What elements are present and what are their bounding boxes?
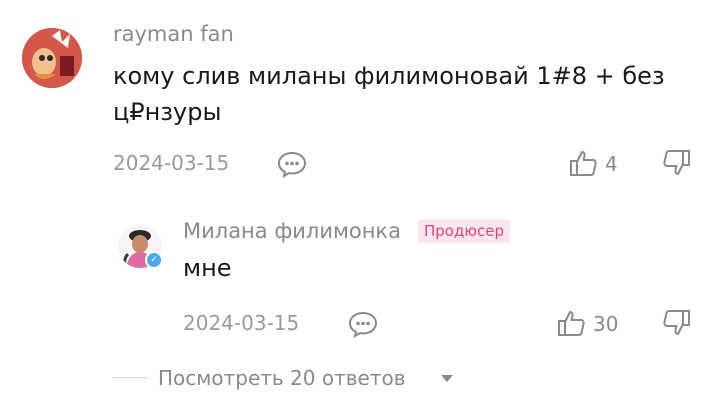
comment-text: кому слив миланы филимоновай 1#8 + без ц…	[113, 62, 665, 126]
rayman-avatar-image	[22, 28, 82, 88]
replier-username[interactable]: Милана филимонка	[183, 219, 401, 243]
like-thumbs-up-icon[interactable]	[556, 308, 586, 338]
verified-check-icon: ✓	[145, 251, 163, 269]
dislike-thumbs-down-icon[interactable]	[662, 148, 692, 178]
comment-date: 2024-03-15	[113, 151, 230, 175]
reply-speech-bubble-icon[interactable]	[277, 150, 307, 178]
replies-divider	[112, 377, 148, 378]
reply-date: 2024-03-15	[183, 311, 300, 335]
view-replies-button[interactable]: Посмотреть 20 ответов	[158, 366, 406, 390]
comment-like-count: 4	[605, 152, 618, 176]
commenter-username[interactable]: rayman fan	[113, 22, 234, 46]
producer-badge: Продюсер	[418, 219, 510, 243]
reply-like-count: 30	[593, 312, 619, 336]
dislike-thumbs-down-icon[interactable]	[662, 308, 692, 338]
reply-speech-bubble-icon[interactable]	[348, 310, 378, 338]
like-thumbs-up-icon[interactable]	[568, 148, 598, 178]
reply-text: мне	[183, 254, 232, 282]
caret-down-icon[interactable]	[441, 375, 453, 382]
commenter-avatar[interactable]	[22, 28, 82, 88]
